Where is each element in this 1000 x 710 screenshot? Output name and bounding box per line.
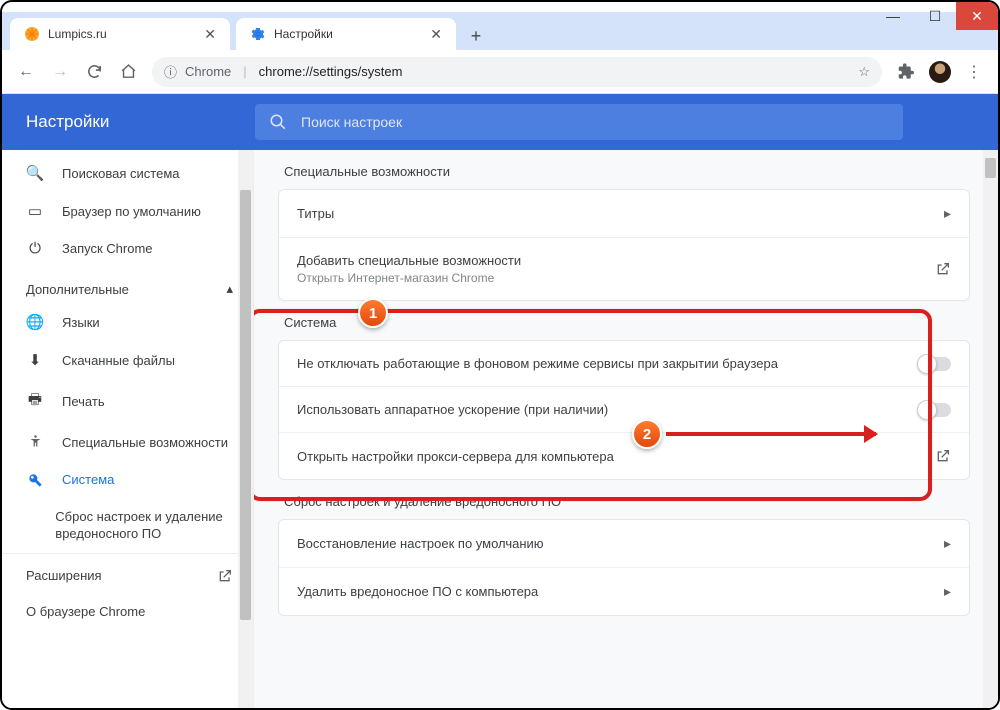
content-scrollbar[interactable] [983, 150, 998, 708]
tab-lumpics[interactable]: Lumpics.ru ✕ [10, 18, 230, 50]
sidebar-item-languages[interactable]: 🌐Языки [2, 303, 253, 341]
sidebar-about-link[interactable]: О браузере Chrome [2, 598, 253, 633]
sidebar-item-downloads[interactable]: ⬇Скачанные файлы [2, 341, 253, 379]
settings-title: Настройки [26, 112, 231, 132]
row-proxy-settings[interactable]: Открыть настройки прокси-сервера для ком… [279, 432, 969, 479]
settings-header: Настройки Поиск настроек [2, 94, 998, 150]
sidebar-item-accessibility[interactable]: Специальные возможности [2, 424, 253, 462]
nav-back-button[interactable]: ← [10, 56, 42, 88]
open-external-icon [935, 261, 951, 277]
tab-title: Настройки [274, 27, 422, 41]
section-title-system: Система [284, 315, 970, 330]
browser-icon: ▭ [26, 202, 44, 220]
print-icon: 🖶 [26, 389, 44, 414]
toggle-background-apps[interactable] [919, 357, 951, 371]
accessibility-icon [26, 434, 44, 449]
settings-content: Специальные возможности Титры ▸ Добавить… [254, 150, 998, 708]
new-tab-button[interactable]: + [462, 22, 490, 50]
tab-settings[interactable]: Настройки ✕ [236, 18, 456, 50]
power-icon: ⏻ [26, 240, 44, 257]
chevron-right-icon: ▸ [944, 205, 951, 222]
toolbar: ← → ⓘ Chrome | chrome://settings/system … [2, 50, 998, 94]
chevron-right-icon: ▸ [944, 535, 951, 552]
settings-search-input[interactable]: Поиск настроек [255, 104, 903, 140]
sidebar-item-default-browser[interactable]: ▭Браузер по умолчанию [2, 192, 253, 230]
sidebar-advanced-toggle[interactable]: Дополнительные ▴ [2, 267, 253, 303]
settings-sidebar: 🔍Поисковая система ▭Браузер по умолчанию… [2, 150, 254, 708]
lumpics-favicon-icon [24, 26, 40, 42]
a11y-card: Титры ▸ Добавить специальные возможности… [278, 189, 970, 301]
tab-close-icon[interactable]: ✕ [430, 26, 442, 43]
scheme-label: Chrome [185, 64, 231, 79]
sidebar-extensions-link[interactable]: Расширения [2, 553, 253, 598]
profile-avatar[interactable] [924, 56, 956, 88]
sidebar-item-search-engine[interactable]: 🔍Поисковая система [2, 154, 253, 192]
tab-close-icon[interactable]: ✕ [204, 26, 216, 43]
open-external-icon [217, 568, 233, 584]
chevron-right-icon: ▸ [944, 583, 951, 600]
row-add-a11y[interactable]: Добавить специальные возможности Открыть… [279, 237, 969, 300]
row-cleanup[interactable]: Удалить вредоносное ПО с компьютера ▸ [279, 567, 969, 615]
bookmark-star-icon[interactable]: ☆ [858, 64, 870, 80]
row-background-apps[interactable]: Не отключать работающие в фоновом режиме… [279, 341, 969, 386]
system-card: Не отключать работающие в фоновом режиме… [278, 340, 970, 480]
globe-icon: 🌐 [26, 313, 44, 331]
search-icon [269, 113, 287, 131]
section-title-reset: Сброс настроек и удаление вредоносного П… [284, 494, 970, 509]
row-hardware-accel[interactable]: Использовать аппаратное ускорение (при н… [279, 386, 969, 432]
url-text: chrome://settings/system [259, 64, 403, 79]
sidebar-item-printing[interactable]: 🖶Печать [2, 379, 253, 424]
wrench-icon [26, 472, 44, 488]
sidebar-item-reset[interactable]: Сброс настроек и удаление вредоносного П… [2, 498, 253, 553]
extensions-button[interactable] [890, 56, 922, 88]
nav-reload-button[interactable] [78, 56, 110, 88]
search-placeholder: Поиск настроек [301, 114, 402, 130]
chevron-up-icon: ▴ [226, 281, 233, 297]
address-bar[interactable]: ⓘ Chrome | chrome://settings/system ☆ [152, 57, 882, 87]
tab-title: Lumpics.ru [48, 27, 196, 41]
reset-card: Восстановление настроек по умолчанию ▸ У… [278, 519, 970, 616]
row-restore-defaults[interactable]: Восстановление настроек по умолчанию ▸ [279, 520, 969, 567]
section-title-a11y: Специальные возможности [284, 164, 970, 179]
row-captions[interactable]: Титры ▸ [279, 190, 969, 237]
sidebar-item-on-startup[interactable]: ⏻Запуск Chrome [2, 230, 253, 267]
window-minimize-button[interactable]: — [872, 2, 914, 30]
window-maximize-button[interactable]: ☐ [914, 2, 956, 30]
window-close-button[interactable]: ✕ [956, 2, 998, 30]
settings-favicon-icon [250, 26, 266, 42]
nav-forward-button[interactable]: → [44, 56, 76, 88]
tab-strip: Lumpics.ru ✕ Настройки ✕ + [2, 12, 998, 50]
sidebar-scrollbar[interactable] [238, 150, 253, 708]
open-external-icon [935, 448, 951, 464]
download-icon: ⬇ [26, 351, 44, 369]
chrome-menu-button[interactable]: ⋮ [958, 56, 990, 88]
toggle-hardware-accel[interactable] [919, 403, 951, 417]
sidebar-item-system[interactable]: Система [2, 462, 253, 498]
site-info-icon[interactable]: ⓘ [164, 62, 177, 81]
nav-home-button[interactable] [112, 56, 144, 88]
search-icon: 🔍 [26, 164, 44, 182]
